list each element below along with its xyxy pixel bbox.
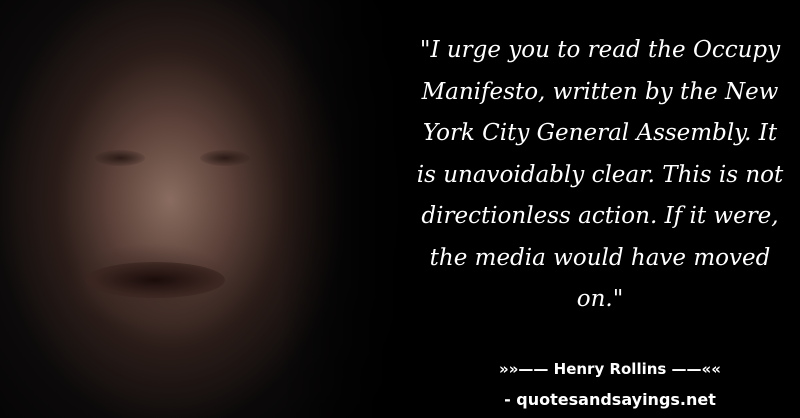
quote-author: »»—— Henry Rollins ——«« (499, 360, 721, 378)
quote-text: "I urge you to read the Occupy Manifesto… (416, 37, 784, 312)
website-credit: - quotesandsayings.net (504, 390, 716, 409)
